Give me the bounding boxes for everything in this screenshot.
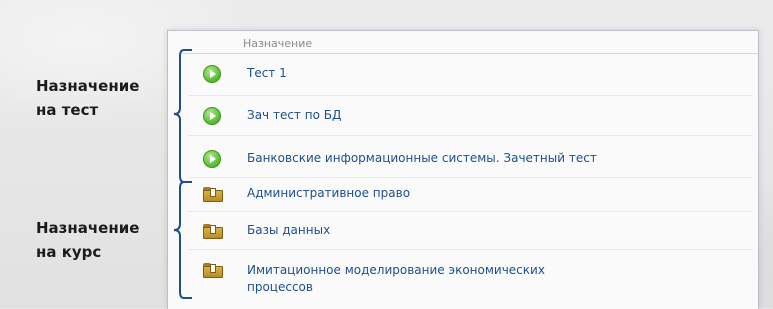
list-item[interactable]: Зач тест по БД	[168, 95, 758, 135]
list-item[interactable]: Имитационное моделирование экономических…	[168, 249, 758, 305]
header-divider	[182, 53, 758, 54]
play-circle-icon	[203, 65, 221, 83]
callout-course-line2: на курс	[36, 243, 102, 261]
list-item-label[interactable]: Зач тест по БД	[247, 107, 341, 123]
list-item[interactable]: Базы данных	[168, 211, 758, 251]
folder-icon	[203, 263, 223, 278]
course-group-bracket	[173, 181, 192, 299]
list-item-label[interactable]: Тест 1	[247, 65, 287, 81]
folder-icon	[203, 187, 223, 202]
list-item-label[interactable]: Имитационное моделирование экономических	[247, 262, 545, 278]
list-item-label[interactable]: Банковские информационные системы. Зачет…	[247, 150, 597, 166]
callout-course-assignment: Назначение на курс	[36, 216, 139, 264]
list-item-label[interactable]: Базы данных	[247, 222, 330, 238]
list-item[interactable]: Тест 1	[168, 55, 758, 95]
list-item[interactable]: Банковские информационные системы. Зачет…	[168, 135, 758, 175]
callout-course-line1: Назначение	[36, 219, 140, 237]
folder-icon	[203, 224, 223, 239]
test-group-bracket	[173, 49, 192, 183]
assignment-list-panel: Назначение Тест 1 Зач тест по БД Банковс…	[167, 30, 759, 309]
callout-test-line2: на тест	[36, 101, 99, 119]
list-item-label[interactable]: Административное право	[247, 185, 410, 201]
callout-test-line1: Назначение	[36, 77, 140, 95]
play-circle-icon	[203, 107, 221, 125]
column-header: Назначение	[243, 37, 313, 50]
list-item-label-continued[interactable]: процессов	[247, 279, 313, 295]
play-circle-icon	[203, 150, 221, 168]
callout-test-assignment: Назначение на тест	[36, 74, 139, 122]
